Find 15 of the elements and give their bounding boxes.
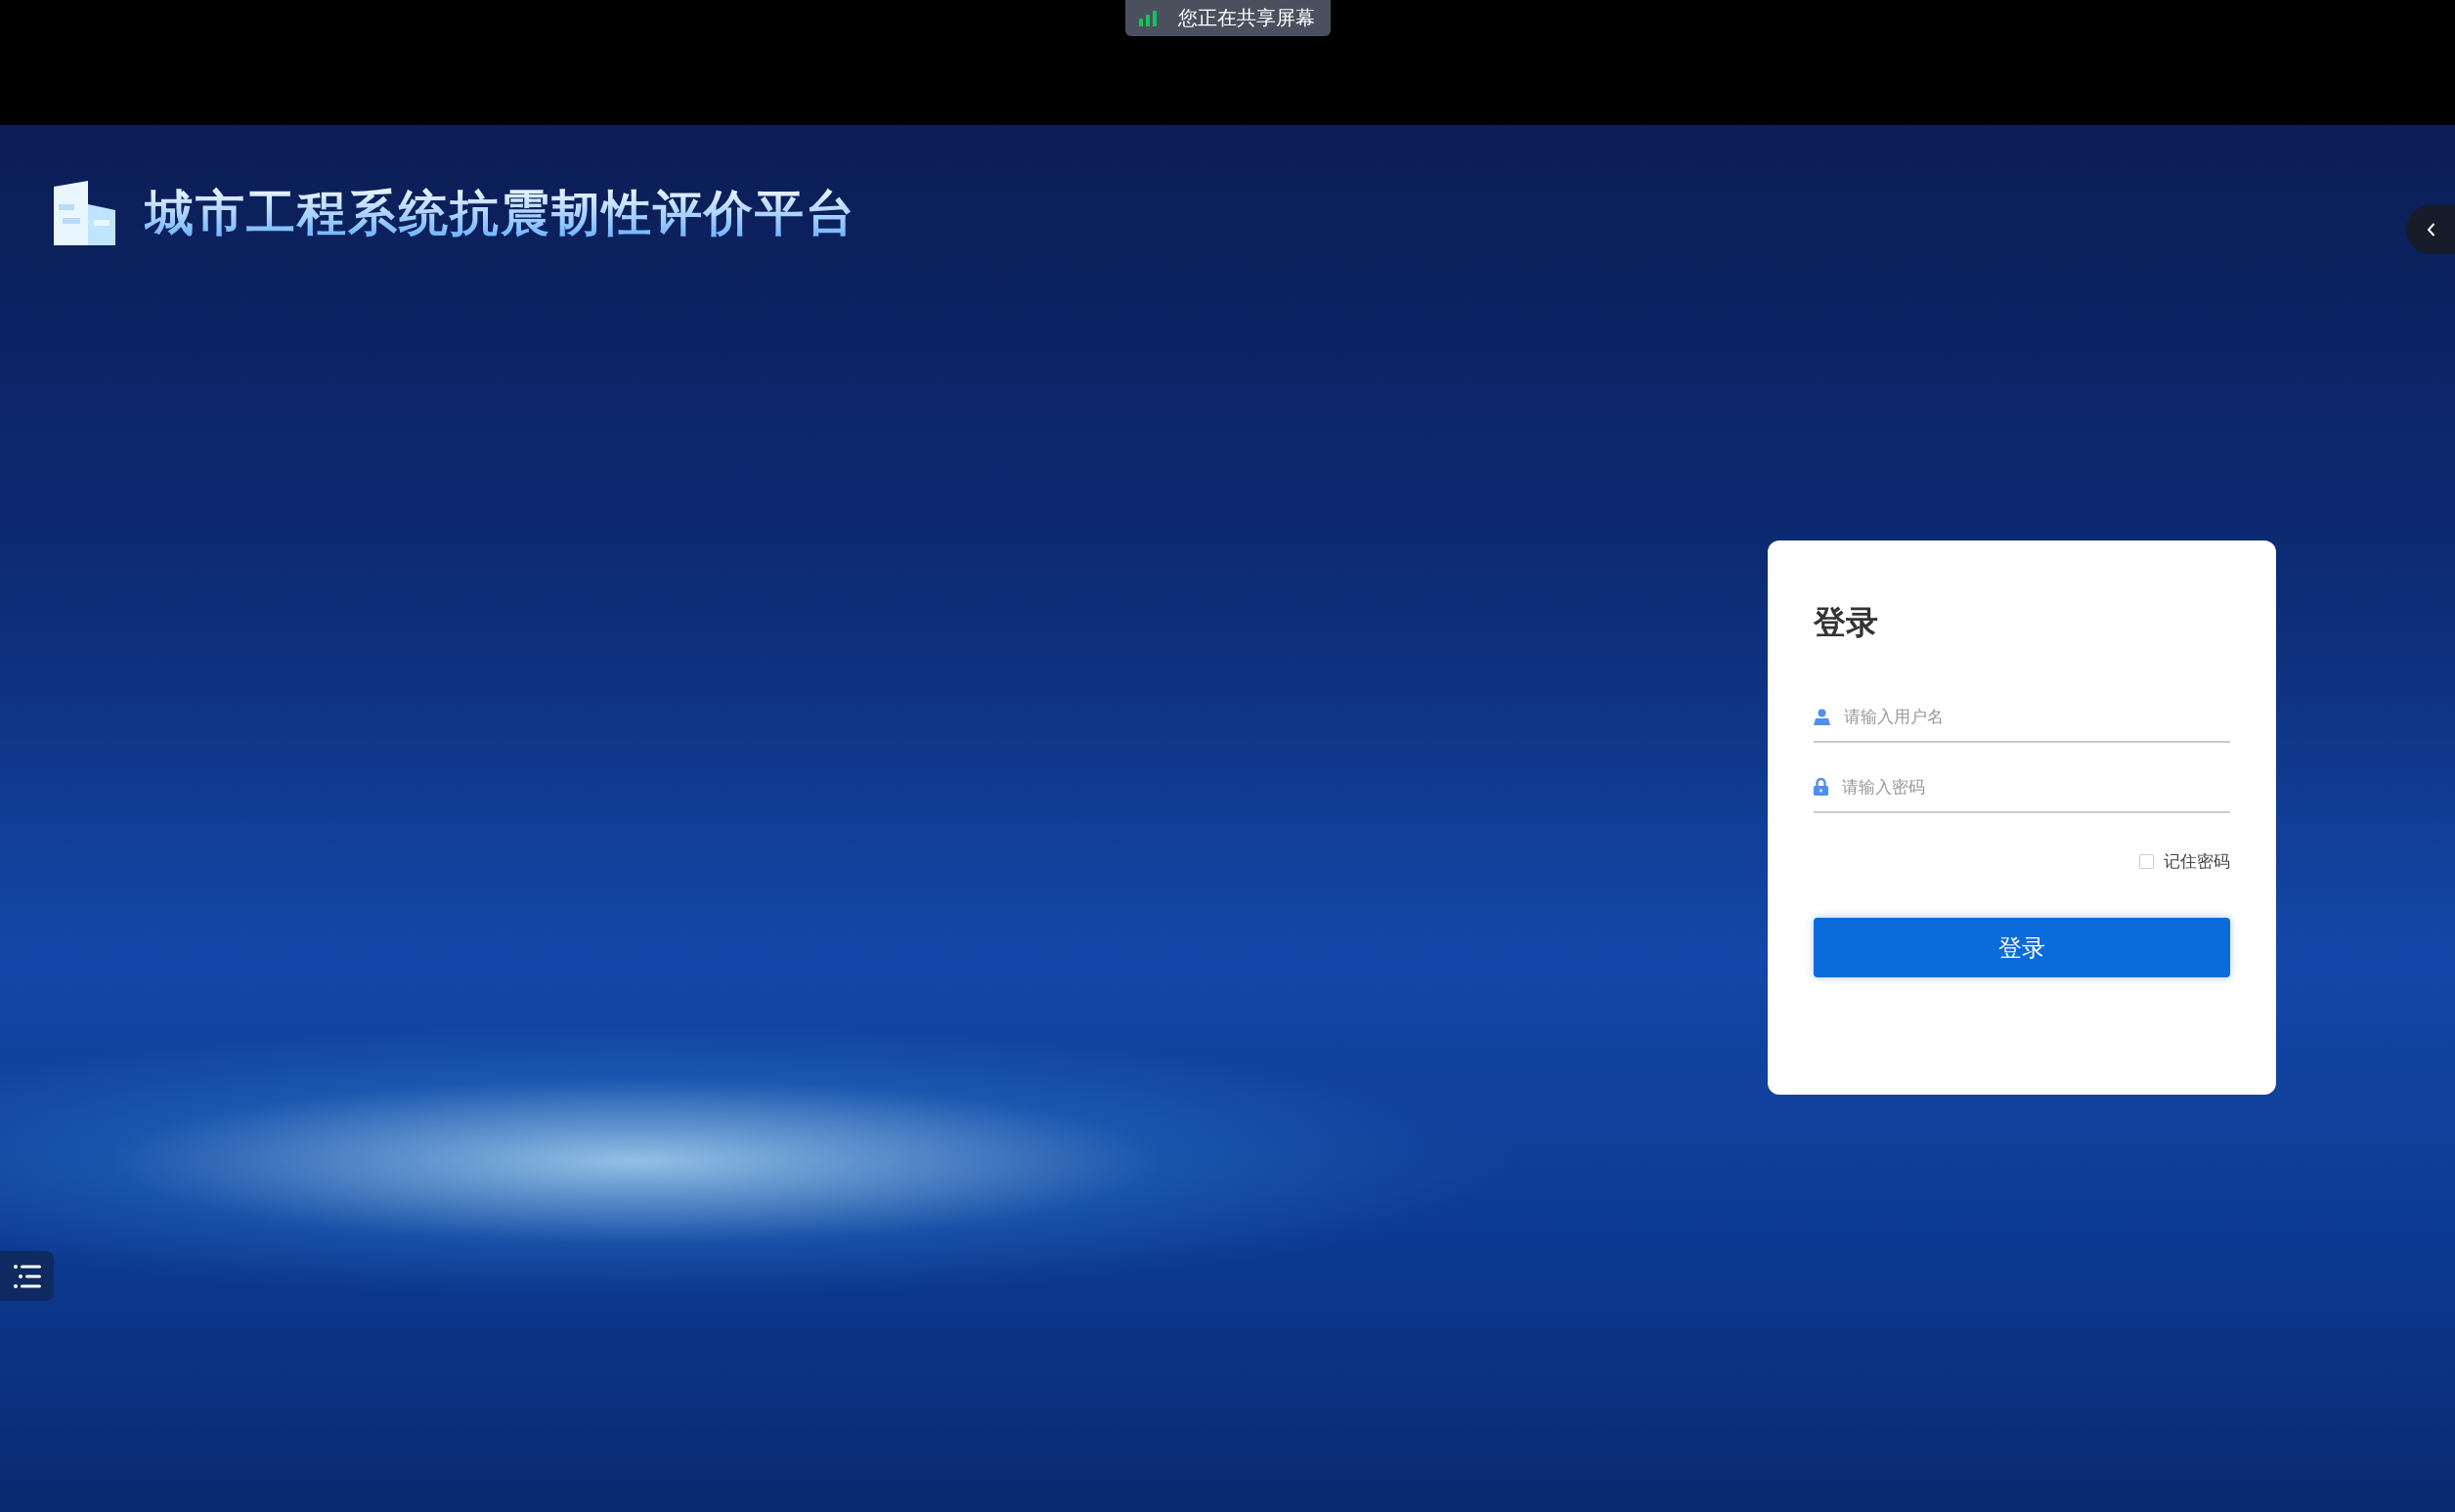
password-field[interactable]: 请输入密码 [1840,776,2230,798]
lock-icon [1814,778,1828,796]
list-icon [13,1264,41,1288]
chevron-left-icon [2426,223,2435,237]
remember-checkbox[interactable] [2139,854,2154,869]
building-logo-icon [51,181,115,245]
login-button[interactable]: 登录 [1814,918,2230,977]
banner-text: 您正在共享屏幕 [1177,5,1315,31]
login-title: 登录 [1814,602,1879,643]
collapse-tab[interactable] [2406,205,2455,254]
username-field[interactable]: 请输入用户名 [1842,706,2230,727]
signal-bars-icon [1138,10,1157,26]
remember-password-label[interactable]: 记住密码 [2164,850,2230,873]
user-icon [1814,708,1830,725]
menu-button[interactable] [0,1251,54,1301]
